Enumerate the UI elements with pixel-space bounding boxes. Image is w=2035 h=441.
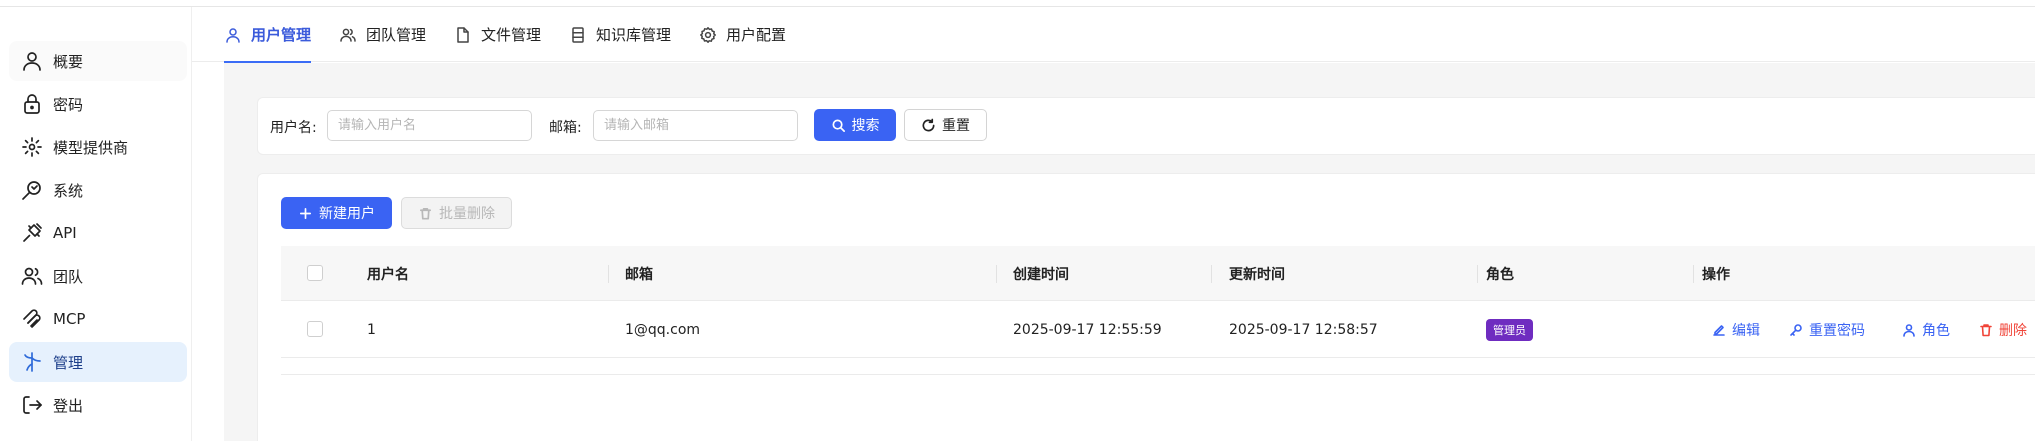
column-header-created-at: 创建时间	[1013, 266, 1069, 283]
plus-icon	[299, 207, 312, 219]
gear-icon	[699, 26, 717, 44]
cell-created-at: 2025-09-17 12:55:59	[1013, 321, 1162, 338]
column-divider	[1477, 265, 1478, 283]
tab-file-management[interactable]: 文件管理	[454, 7, 541, 62]
reset-icon	[922, 118, 935, 131]
email-label: 邮箱:	[549, 120, 582, 136]
sidebar-item-admin[interactable]: 管理	[9, 342, 187, 382]
team-icon	[339, 26, 357, 44]
sidebar-item-password[interactable]: 密码	[9, 84, 187, 124]
lock-icon	[20, 92, 44, 116]
search-icon	[832, 119, 845, 132]
user-table-panel: 新建用户 批量删除 用户名 邮箱 创建时间 更新时间 角色 操作 1 1@qq.…	[257, 173, 2035, 441]
sidebar-item-model-provider[interactable]: 模型提供商	[9, 127, 187, 167]
search-button[interactable]: 搜索	[814, 109, 896, 141]
database-icon	[569, 26, 587, 44]
sidebar-item-team[interactable]: 团队	[9, 256, 187, 296]
delete-link[interactable]: 删除	[1979, 301, 2027, 358]
trash-icon	[1980, 323, 1992, 336]
sidebar-item-label: 系统	[53, 181, 84, 200]
sidebar-item-label: API	[53, 224, 77, 242]
sidebar-item-label: MCP	[53, 310, 86, 328]
sidebar: 概要 密码 模型提供商 系统 API 团队 MCP 管理 登出	[0, 7, 192, 441]
reset-button[interactable]: 重置	[904, 109, 987, 141]
system-icon	[20, 178, 44, 202]
role-badge: 管理员	[1486, 318, 1533, 341]
username-search-input[interactable]	[327, 110, 532, 141]
sidebar-item-label: 概要	[53, 52, 84, 71]
user-icon	[1903, 323, 1915, 337]
tab-user-management[interactable]: 用户管理	[224, 7, 312, 63]
reset-password-link[interactable]: 重置密码	[1789, 301, 1865, 358]
tab-team-management[interactable]: 团队管理	[339, 7, 426, 62]
logout-icon	[20, 393, 44, 417]
search-panel: 用户名: 邮箱: 搜索 重置	[257, 97, 2035, 155]
tab-user-config[interactable]: 用户配置	[699, 7, 786, 62]
username-label: 用户名:	[270, 120, 317, 136]
cell-email: 1@qq.com	[625, 321, 701, 338]
key-icon	[1790, 323, 1802, 336]
column-divider	[1693, 265, 1694, 283]
sidebar-item-label: 登出	[53, 396, 84, 415]
new-user-button[interactable]: 新建用户	[281, 197, 392, 229]
sidebar-item-system[interactable]: 系统	[9, 170, 187, 210]
column-header-role: 角色	[1486, 266, 1514, 283]
select-all-checkbox[interactable]	[307, 265, 323, 281]
team-icon	[20, 264, 44, 288]
email-search-input[interactable]	[593, 110, 798, 141]
edit-icon	[1713, 324, 1725, 336]
trash-icon	[419, 207, 432, 219]
table-row: 1 1@qq.com 2025-09-17 12:55:59 2025-09-1…	[281, 301, 2035, 358]
column-divider	[996, 265, 997, 283]
sidebar-item-logout[interactable]: 登出	[9, 385, 187, 425]
table-header: 用户名 邮箱 创建时间 更新时间 角色 操作	[281, 246, 2035, 301]
tab-bar: 用户管理 团队管理 文件管理 知识库管理 用户配置	[192, 7, 2035, 63]
batch-delete-button[interactable]: 批量删除	[401, 197, 512, 229]
column-header-actions: 操作	[1702, 266, 1730, 283]
cell-role: 管理员	[1486, 301, 1533, 358]
admin-icon	[20, 350, 44, 374]
model-icon	[20, 135, 44, 159]
plug-icon	[20, 221, 44, 245]
sidebar-item-label: 模型提供商	[53, 138, 129, 157]
column-divider	[1211, 265, 1212, 283]
column-header-updated-at: 更新时间	[1229, 266, 1285, 283]
table-bottom-divider	[281, 374, 2035, 375]
sidebar-item-api[interactable]: API	[9, 213, 187, 253]
cell-username: 1	[367, 321, 376, 338]
edit-link[interactable]: 编辑	[1712, 301, 1760, 358]
column-divider	[608, 265, 609, 283]
row-checkbox[interactable]	[307, 321, 323, 337]
sidebar-item-label: 密码	[53, 95, 84, 114]
sidebar-item-mcp[interactable]: MCP	[9, 299, 187, 339]
column-header-email: 邮箱	[625, 266, 653, 283]
user-icon	[224, 26, 242, 44]
mcp-icon	[20, 307, 44, 331]
sidebar-item-label: 团队	[53, 267, 84, 286]
user-icon	[20, 49, 44, 73]
content-area: 用户名: 邮箱: 搜索 重置 新建用户 批量删除 用户名 邮箱	[224, 63, 2035, 441]
tab-knowledge-base-management[interactable]: 知识库管理	[569, 7, 671, 62]
role-link[interactable]: 角色	[1902, 301, 1950, 358]
file-icon	[454, 26, 472, 44]
sidebar-item-overview[interactable]: 概要	[9, 41, 187, 81]
column-header-username: 用户名	[367, 266, 409, 283]
cell-updated-at: 2025-09-17 12:58:57	[1229, 321, 1378, 338]
sidebar-item-label: 管理	[53, 353, 84, 372]
